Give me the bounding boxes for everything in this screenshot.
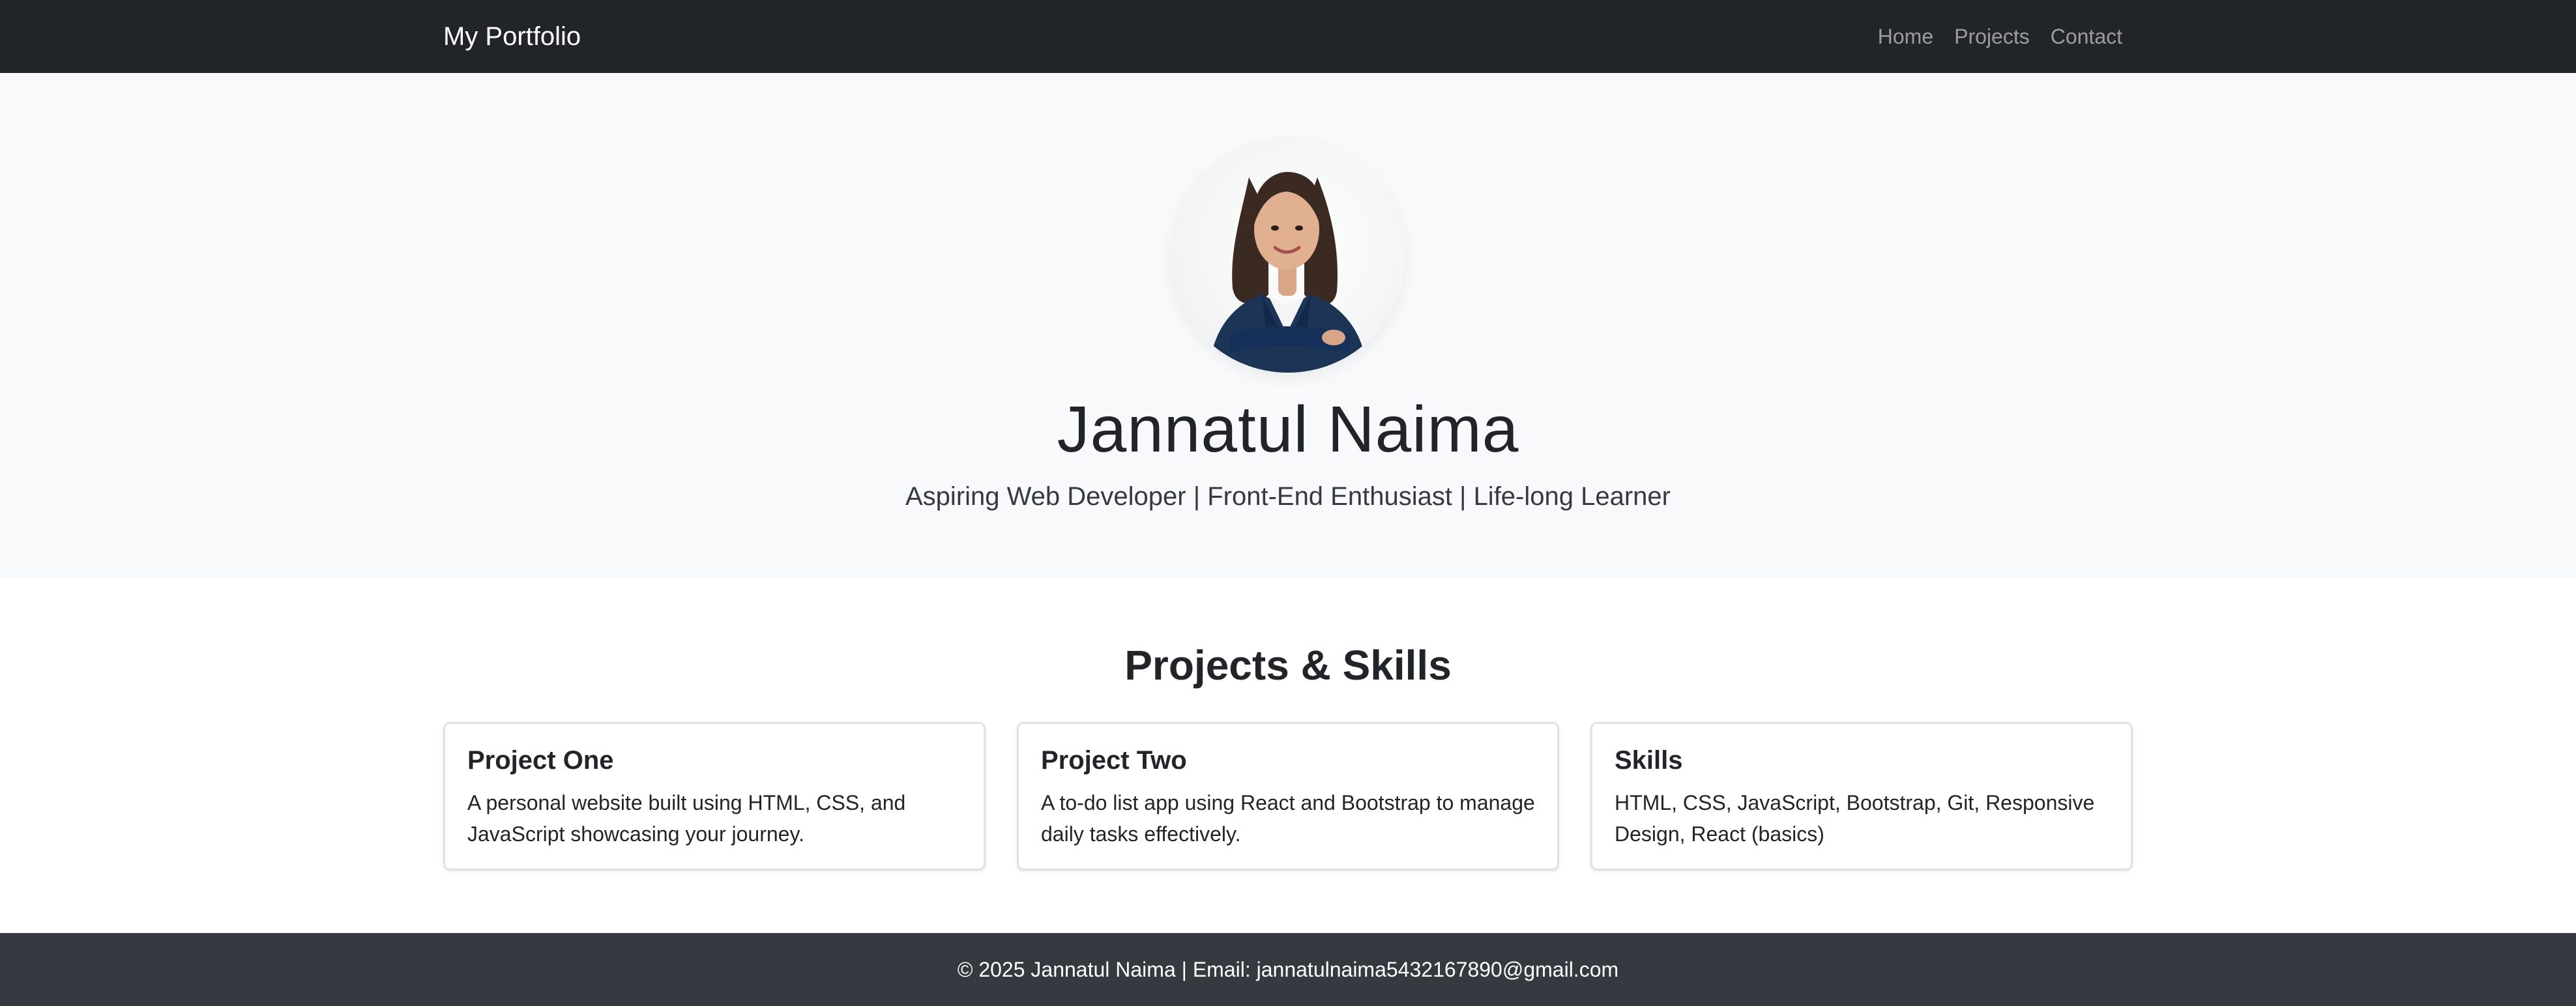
- hero-tagline: Aspiring Web Developer | Front-End Enthu…: [905, 482, 1671, 511]
- footer: © 2025 Jannatul Naima | Email: jannatuln…: [0, 933, 2576, 1006]
- card-project-two: Project Two A to-do list app using React…: [1017, 722, 1559, 870]
- nav-links: Home Projects Contact: [1878, 0, 2122, 73]
- navbar-brand[interactable]: My Portfolio: [443, 0, 581, 73]
- nav-link-home[interactable]: Home: [1878, 25, 1933, 49]
- section-title: Projects & Skills: [1124, 642, 1452, 689]
- card-title: Project One: [467, 746, 614, 775]
- card-text: A personal website built using HTML, CSS…: [467, 791, 906, 846]
- hero-section: Jannatul Naima Aspiring Web Developer | …: [0, 73, 2576, 579]
- card-text: A to-do list app using React and Bootstr…: [1041, 791, 1535, 846]
- card-text: HTML, CSS, JavaScript, Bootstrap, Git, R…: [1615, 791, 2095, 846]
- card-title: Project Two: [1041, 746, 1187, 775]
- profile-photo-icon: [1210, 171, 1366, 373]
- footer-text: © 2025 Jannatul Naima | Email: jannatuln…: [957, 958, 1619, 981]
- hero-name: Jannatul Naima: [1057, 393, 1519, 466]
- avatar: [1171, 138, 1405, 373]
- navbar: My Portfolio Home Projects Contact: [0, 0, 2576, 73]
- nav-link-contact[interactable]: Contact: [2051, 25, 2122, 49]
- card-project-one: Project One A personal website built usi…: [443, 722, 986, 870]
- card-skills: Skills HTML, CSS, JavaScript, Bootstrap,…: [1590, 722, 2133, 870]
- nav-link-projects[interactable]: Projects: [1954, 25, 2030, 49]
- card-title: Skills: [1615, 746, 1683, 775]
